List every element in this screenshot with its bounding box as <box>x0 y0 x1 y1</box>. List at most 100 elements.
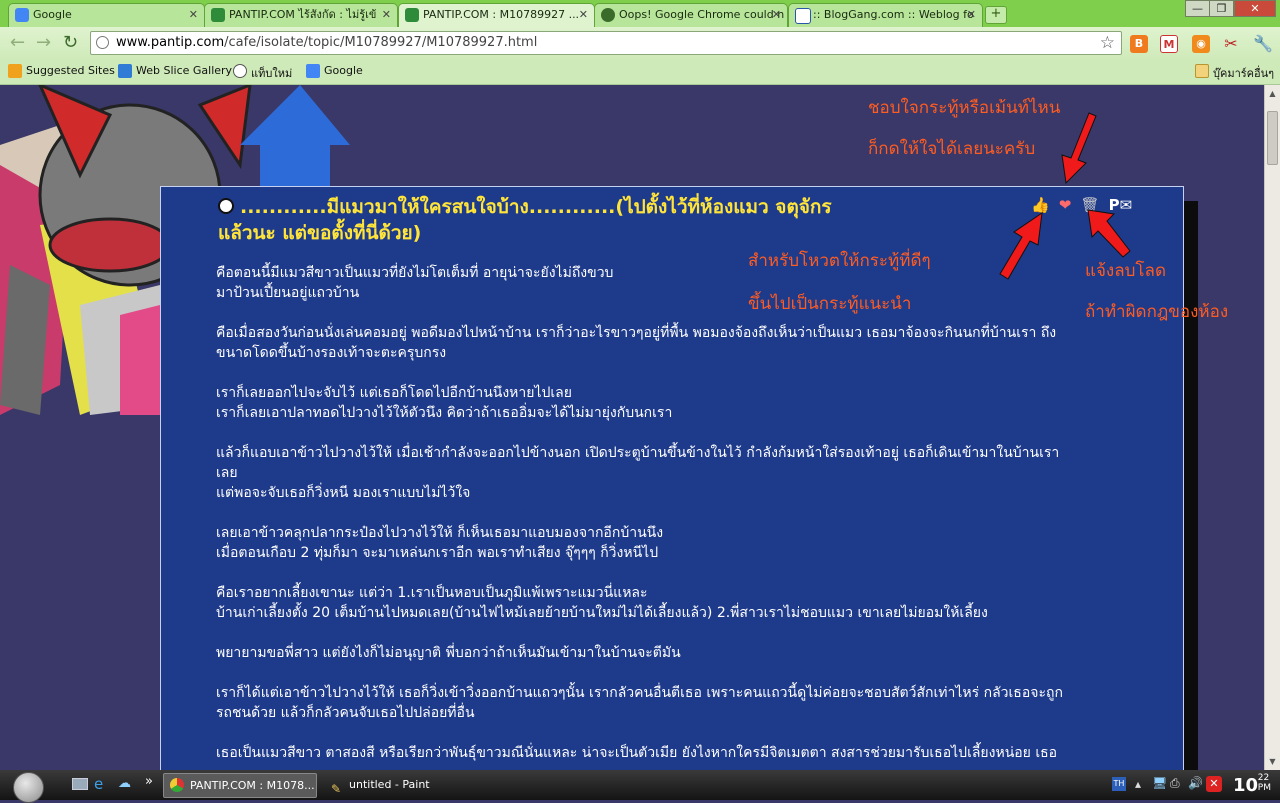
tab-strip: Google ✕ PANTIP.COM ไร้สังกัด : ไม่รู้เข… <box>0 0 1280 27</box>
minimize-button[interactable]: — <box>1185 0 1210 17</box>
post-line: เมื่อตอนเกือบ 2 ทุ่มก็มา จะมาเหล่นกเราอี… <box>216 545 659 561</box>
blogger-icon[interactable]: B <box>1130 35 1148 53</box>
clock-minutes: 22 PM <box>1257 773 1271 793</box>
post-line: บ้านเก่าเลี้ยงตั้ง 20 เต็มบ้านไปหมดเลย(บ… <box>216 605 988 621</box>
post-line: แล้วก็แอบเอาข้าวไปวางไว้ให้ เมื่อเช้ากำล… <box>216 445 1060 461</box>
taskbar-item-paint[interactable]: ✎ untitled - Paint <box>323 773 473 798</box>
tab-title: PANTIP.COM : M10789927 ... <box>423 8 580 21</box>
suggested-sites-icon <box>8 64 22 78</box>
bookmark-web-slice[interactable]: Web Slice Gallery <box>118 64 233 78</box>
close-icon[interactable]: ✕ <box>579 4 588 26</box>
taskbar-item-chrome[interactable]: PANTIP.COM : M1078... <box>163 773 317 798</box>
scrollbar-thumb[interactable] <box>1267 111 1278 165</box>
show-desktop-icon[interactable] <box>72 778 88 790</box>
bookmark-label: Web Slice Gallery <box>136 64 233 77</box>
tab-bloggang[interactable]: :: BlogGang.com :: Weblog fo ✕ <box>788 3 983 27</box>
paint-icon: ✎ <box>331 782 342 796</box>
close-icon[interactable]: ✕ <box>382 4 391 26</box>
new-tab-icon <box>233 64 247 78</box>
post-line: เลย <box>216 465 238 481</box>
start-button[interactable] <box>13 772 44 803</box>
post-body: คือตอนนี้มีแมวสีขาวเป็นแมวที่ยังไม่โตเต็… <box>216 263 1151 770</box>
thumbs-up-icon[interactable]: 👍 <box>1031 196 1050 214</box>
messenger-icon[interactable]: ☁ <box>118 776 131 791</box>
back-button[interactable]: ← <box>10 34 25 52</box>
tray-arrow-icon[interactable]: ▴ <box>1135 777 1141 791</box>
rss-icon[interactable]: ◉ <box>1192 35 1210 53</box>
post-paragraph: พยายามขอพี่สาว แต่ยังไงก็ไม่อนุญาติ พี่บ… <box>216 643 1151 663</box>
new-tab-button[interactable]: + <box>985 6 1007 24</box>
post-paragraph: คือเมื่อสองวันก่อนนั่งเล่นคอมอยู่ พอดีมอ… <box>216 323 1151 363</box>
chrome-icon <box>601 8 615 22</box>
post-line: เลยเอาข้าวคลุกปลากระป๋องไปวางไว้ให้ ก็เห… <box>216 525 664 541</box>
url-text: www.pantip.com/cafe/isolate/topic/M10789… <box>116 35 538 50</box>
close-window-button[interactable]: ✕ <box>1234 0 1276 17</box>
close-icon[interactable]: ✕ <box>189 4 198 26</box>
post-line: เราก็เลยออกไปจะจับไว้ แต่เธอก็โดดไปอีกบ้… <box>216 385 572 401</box>
ie-icon[interactable]: e <box>94 775 103 793</box>
google-icon <box>15 8 29 22</box>
post-shadow <box>1184 201 1198 770</box>
reload-button[interactable]: ↻ <box>63 34 78 52</box>
other-bookmarks-label: บุ๊คมาร์คอื่นๆ <box>1213 67 1275 80</box>
annotation-report-line2: ถ้าทำผิดกฎของห้อง <box>1085 302 1229 322</box>
quicklaunch-overflow[interactable]: » <box>145 774 153 789</box>
post-action-icons: 👍 ❤ 🗑 P✉ <box>1031 195 1136 214</box>
clock-hour: 10 <box>1232 775 1258 796</box>
bookmark-star-icon[interactable]: ☆ <box>1100 33 1115 53</box>
windows-taskbar: e ☁ » PANTIP.COM : M1078... ✎ untitled -… <box>0 770 1280 803</box>
post-line: คือเมื่อสองวันก่อนนั่งเล่นคอมอยู่ พอดีมอ… <box>216 325 1057 341</box>
tab-chrome-error[interactable]: Oops! Google Chrome could n ✕ <box>594 3 788 27</box>
forward-button[interactable]: → <box>36 34 51 52</box>
bookmark-new-tab[interactable]: แท็บใหม่ <box>233 64 292 82</box>
bookmark-label: แท็บใหม่ <box>251 67 293 80</box>
post-line: รถชนด้วย แล้วก็กลัวคนจับเธอไปปล่อยที่อื่… <box>216 705 475 721</box>
wrench-icon[interactable]: 🔧 <box>1253 35 1273 53</box>
post-line: คือเราอยากเลี้ยงเขานะ แต่ว่า 1.เราเป็นหอ… <box>216 585 648 601</box>
close-icon[interactable]: ✕ <box>772 4 781 26</box>
folder-icon <box>1195 64 1209 78</box>
tab-title: Google <box>33 8 72 21</box>
post-line: คือตอนนี้มีแมวสีขาวเป็นแมวที่ยังไม่โตเต็… <box>216 265 614 281</box>
post-paragraph: คือเราอยากเลี้ยงเขานะ แต่ว่า 1.เราเป็นหอ… <box>216 583 1151 623</box>
annotation-report-line1: แจ้งลบโลด <box>1085 261 1167 281</box>
close-icon[interactable]: ✕ <box>967 4 976 26</box>
scroll-up-icon[interactable]: ▲ <box>1267 88 1278 99</box>
volume-icon[interactable]: 🔊 <box>1188 776 1203 790</box>
taskbar-item-label: PANTIP.COM : M1078... <box>190 779 315 792</box>
bookmark-suggested-sites[interactable]: Suggested Sites <box>8 64 115 78</box>
bookmarks-bar: Suggested Sites Web Slice Gallery แท็บให… <box>0 60 1280 85</box>
language-indicator[interactable]: TH <box>1112 777 1126 791</box>
network-icon[interactable]: 🖥 <box>1152 776 1167 790</box>
annotation-like-line2: ก็กดให้ใจได้เลยนะครับ <box>868 139 1036 159</box>
tab-pantip-1[interactable]: PANTIP.COM ไร้สังกัด : ไม่รู้เข้ ✕ <box>204 3 398 27</box>
device-icon[interactable]: ⎙ <box>1170 776 1180 791</box>
post-paragraph: เลยเอาข้าวคลุกปลากระป๋องไปวางไว้ให้ ก็เห… <box>216 523 1151 563</box>
taskbar-item-label: untitled - Paint <box>349 778 430 791</box>
post-title-line2: แล้วนะ แต่ขอตั้งที่นี่ด้วย) <box>218 222 422 244</box>
annotation-vote-line1: สำหรับโหวตให้กระทู้ที่ดีๆ <box>748 251 931 271</box>
tab-pantip-active[interactable]: PANTIP.COM : M10789927 ... ✕ <box>398 3 595 27</box>
tab-google[interactable]: Google ✕ <box>8 3 205 27</box>
other-bookmarks[interactable]: บุ๊คมาร์คอื่นๆ <box>1195 64 1274 82</box>
tab-title: :: BlogGang.com :: Weblog fo <box>813 8 974 21</box>
address-bar[interactable]: www.pantip.com/cafe/isolate/topic/M10789… <box>90 31 1122 55</box>
page-scrollbar[interactable]: ▲ ▼ <box>1264 85 1280 770</box>
scroll-down-icon[interactable]: ▼ <box>1267 756 1278 767</box>
tab-title: Oops! Google Chrome could n <box>619 8 785 21</box>
post-paragraph: แล้วก็แอบเอาข้าวไปวางไว้ให้ เมื่อเช้ากำล… <box>216 443 1151 503</box>
post-line: แต่พอจะจับเธอก็วิ่งหนี มองเราแบบไม่ไว้ใจ <box>216 485 471 501</box>
gmail-icon[interactable]: M <box>1160 35 1178 53</box>
post-line: เราก็เลยเอาปลาทอดไปวางไว้ให้ตัวนึง คิดว่… <box>216 405 673 421</box>
page-viewport: ............มีแมวมาให้ใครสนใจบ้าง.......… <box>0 85 1264 770</box>
post-paragraph: เราก็ได้แต่เอาข้าวไปวางไว้ให้ เธอก็วิ่งเ… <box>216 683 1151 723</box>
bookmark-google[interactable]: Google <box>306 64 363 78</box>
topic-post: ............มีแมวมาให้ใครสนใจบ้าง.......… <box>160 186 1184 770</box>
scissors-icon[interactable]: ✂ <box>1222 35 1240 53</box>
antivirus-icon[interactable]: ✕ <box>1206 776 1222 792</box>
trash-icon[interactable]: 🗑 <box>1080 196 1099 214</box>
heart-icon[interactable]: ❤ <box>1059 196 1072 214</box>
post-line: ขนาดโดดขึ้นบ้างรองเท้าจะตะครุบกรง <box>216 345 447 361</box>
maximize-button[interactable]: ❐ <box>1209 0 1234 17</box>
p-mail-icon[interactable]: P✉ <box>1109 196 1133 214</box>
